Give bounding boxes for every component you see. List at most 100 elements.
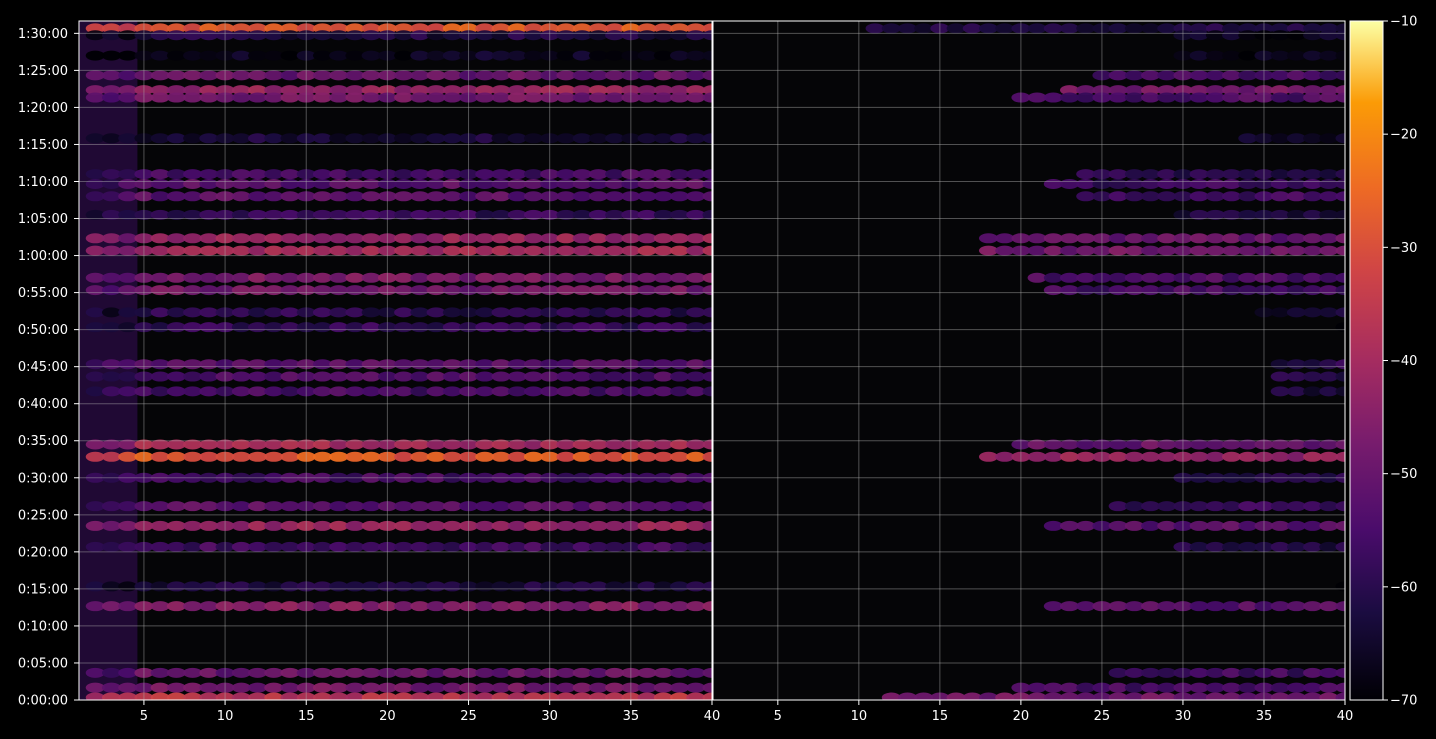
heatmap-cell (1238, 451, 1258, 462)
heatmap-cell (670, 682, 690, 693)
heatmap-cell (1286, 692, 1306, 700)
heatmap-cell (670, 272, 690, 283)
heatmap-cell (1205, 692, 1225, 700)
heatmap-cell (507, 191, 527, 202)
heatmap-cell (248, 601, 268, 612)
heatmap-cell (329, 169, 349, 180)
heatmap-cell (1319, 371, 1339, 382)
heatmap-cell (670, 307, 690, 318)
heatmap-cell (1205, 285, 1225, 296)
heatmap-cell (1141, 169, 1161, 180)
heatmap-cell (280, 245, 300, 256)
heatmap-cell (248, 178, 268, 189)
heatmap-cell (264, 50, 284, 61)
heatmap-cell (426, 541, 446, 552)
y-tick-label: 1:05:00 (18, 212, 68, 227)
heatmap-cell (1319, 285, 1339, 296)
y-tick-label: 0:45:00 (18, 360, 68, 375)
heatmap-cell (995, 233, 1015, 244)
heatmap-cell (426, 601, 446, 612)
heatmap-cell (85, 520, 105, 531)
heatmap-cell (1238, 520, 1258, 531)
heatmap-cell (588, 272, 608, 283)
colorbar-tick-label: −20 (1390, 128, 1417, 143)
heatmap-cell (426, 386, 446, 397)
heatmap-cell (1141, 92, 1161, 103)
heatmap-cell (1108, 501, 1128, 512)
heatmap-cell (653, 451, 673, 462)
heatmap-cell (118, 285, 138, 296)
heatmap-cell (101, 667, 121, 678)
heatmap-cell (248, 233, 268, 244)
heatmap-cell (85, 70, 105, 81)
heatmap-cell (248, 451, 268, 462)
heatmap-cell (605, 70, 625, 81)
heatmap-cell (442, 272, 462, 283)
heatmap-cell (345, 307, 365, 318)
heatmap-cell (280, 30, 300, 41)
heatmap-cell (605, 285, 625, 296)
x-tick-label: 10 (217, 709, 234, 724)
heatmap-cell (231, 682, 251, 693)
heatmap-cell (1141, 692, 1161, 700)
heatmap-cell (588, 50, 608, 61)
heatmap-cell (637, 169, 657, 180)
heatmap-cell (329, 191, 349, 202)
heatmap-cell (1157, 23, 1177, 34)
heatmap-cell (361, 601, 381, 612)
heatmap-cell (361, 233, 381, 244)
heatmap-cell (442, 581, 462, 592)
heatmap-cell (1238, 70, 1258, 81)
heatmap-cell (85, 359, 105, 370)
heatmap-cell (605, 451, 625, 462)
heatmap-cell (231, 541, 251, 552)
heatmap-cell (410, 692, 430, 700)
heatmap-cell (572, 520, 592, 531)
heatmap-cell (426, 272, 446, 283)
heatmap-cell (523, 178, 543, 189)
heatmap-cell (1319, 133, 1339, 144)
heatmap-cell (231, 92, 251, 103)
heatmap-cell (1222, 667, 1242, 678)
heatmap-cell (101, 178, 121, 189)
heatmap-cell (410, 178, 430, 189)
heatmap-cell (231, 322, 251, 333)
heatmap-cell (995, 451, 1015, 462)
heatmap-cell (556, 541, 576, 552)
heatmap-cell (361, 667, 381, 678)
heatmap-cell (1205, 70, 1225, 81)
heatmap-cell (280, 322, 300, 333)
heatmap-cell (1076, 272, 1096, 283)
heatmap-cell (670, 245, 690, 256)
heatmap-cell (670, 667, 690, 678)
heatmap-cell (914, 23, 934, 34)
heatmap-cell (605, 307, 625, 318)
heatmap-cell (1189, 191, 1209, 202)
heatmap-cell (1124, 191, 1144, 202)
heatmap-cell (588, 30, 608, 41)
heatmap-cell (426, 133, 446, 144)
heatmap-cell (280, 70, 300, 81)
heatmap-cell (85, 272, 105, 283)
heatmap-cell (1108, 682, 1128, 693)
right-panel-background (713, 21, 1345, 700)
heatmap-cell (686, 169, 706, 180)
heatmap-cell (962, 23, 982, 34)
heatmap-cell (1303, 245, 1323, 256)
heatmap-cell (280, 191, 300, 202)
heatmap-cell (1270, 50, 1290, 61)
heatmap-cell (995, 245, 1015, 256)
heatmap-cell (264, 307, 284, 318)
heatmap-cell (1319, 451, 1339, 462)
heatmap-cell (491, 70, 511, 81)
heatmap-cell (118, 520, 138, 531)
heatmap-cell (361, 92, 381, 103)
heatmap-cell (426, 682, 446, 693)
colorbar-tick-label: −70 (1390, 694, 1417, 709)
heatmap-cell (946, 23, 966, 34)
heatmap-cell (686, 501, 706, 512)
heatmap-cell (264, 233, 284, 244)
heatmap-cell (183, 386, 203, 397)
heatmap-cell (361, 70, 381, 81)
heatmap-cell (101, 371, 121, 382)
